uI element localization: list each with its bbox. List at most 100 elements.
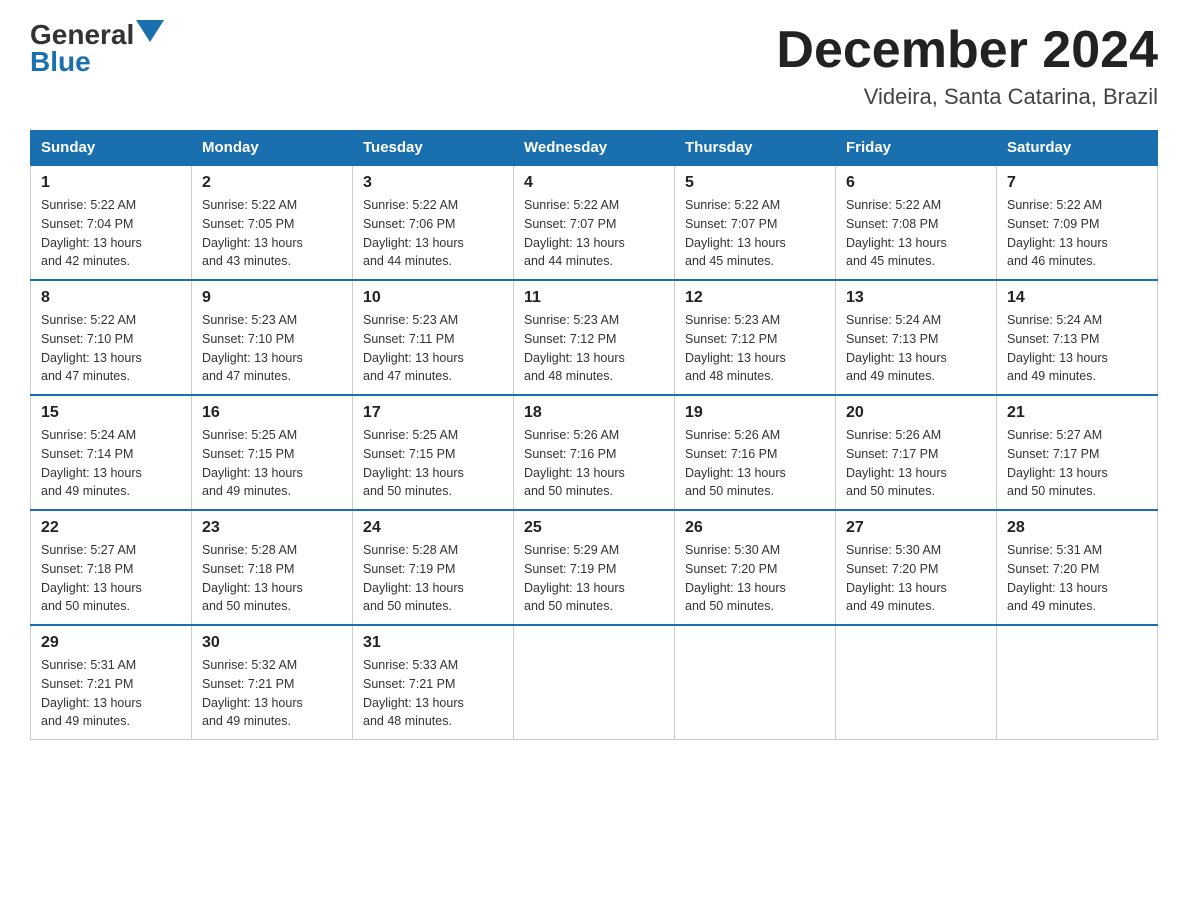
table-row: 28 Sunrise: 5:31 AM Sunset: 7:20 PM Dayl… bbox=[997, 510, 1158, 625]
col-saturday: Saturday bbox=[997, 131, 1158, 166]
logo: General Blue bbox=[30, 20, 164, 78]
day-info: Sunrise: 5:28 AM Sunset: 7:18 PM Dayligh… bbox=[202, 541, 342, 616]
day-number: 17 bbox=[363, 404, 503, 422]
day-number: 7 bbox=[1007, 174, 1147, 192]
day-number: 1 bbox=[41, 174, 181, 192]
table-row: 9 Sunrise: 5:23 AM Sunset: 7:10 PM Dayli… bbox=[192, 280, 353, 395]
table-row: 30 Sunrise: 5:32 AM Sunset: 7:21 PM Dayl… bbox=[192, 625, 353, 740]
day-info: Sunrise: 5:25 AM Sunset: 7:15 PM Dayligh… bbox=[363, 426, 503, 501]
day-info: Sunrise: 5:32 AM Sunset: 7:21 PM Dayligh… bbox=[202, 656, 342, 731]
logo-triangle-icon bbox=[136, 20, 164, 42]
table-row: 4 Sunrise: 5:22 AM Sunset: 7:07 PM Dayli… bbox=[514, 165, 675, 280]
table-row: 23 Sunrise: 5:28 AM Sunset: 7:18 PM Dayl… bbox=[192, 510, 353, 625]
day-info: Sunrise: 5:31 AM Sunset: 7:20 PM Dayligh… bbox=[1007, 541, 1147, 616]
calendar-week-row: 29 Sunrise: 5:31 AM Sunset: 7:21 PM Dayl… bbox=[31, 625, 1158, 740]
table-row: 24 Sunrise: 5:28 AM Sunset: 7:19 PM Dayl… bbox=[353, 510, 514, 625]
day-info: Sunrise: 5:30 AM Sunset: 7:20 PM Dayligh… bbox=[846, 541, 986, 616]
day-info: Sunrise: 5:23 AM Sunset: 7:10 PM Dayligh… bbox=[202, 311, 342, 386]
day-info: Sunrise: 5:24 AM Sunset: 7:13 PM Dayligh… bbox=[1007, 311, 1147, 386]
day-info: Sunrise: 5:29 AM Sunset: 7:19 PM Dayligh… bbox=[524, 541, 664, 616]
col-wednesday: Wednesday bbox=[514, 131, 675, 166]
calendar-table: Sunday Monday Tuesday Wednesday Thursday… bbox=[30, 130, 1158, 740]
calendar-week-row: 15 Sunrise: 5:24 AM Sunset: 7:14 PM Dayl… bbox=[31, 395, 1158, 510]
day-number: 12 bbox=[685, 289, 825, 307]
day-info: Sunrise: 5:22 AM Sunset: 7:07 PM Dayligh… bbox=[685, 196, 825, 271]
day-number: 28 bbox=[1007, 519, 1147, 537]
table-row: 20 Sunrise: 5:26 AM Sunset: 7:17 PM Dayl… bbox=[836, 395, 997, 510]
day-number: 16 bbox=[202, 404, 342, 422]
day-info: Sunrise: 5:23 AM Sunset: 7:12 PM Dayligh… bbox=[524, 311, 664, 386]
month-title: December 2024 bbox=[776, 20, 1158, 80]
day-number: 9 bbox=[202, 289, 342, 307]
table-row: 13 Sunrise: 5:24 AM Sunset: 7:13 PM Dayl… bbox=[836, 280, 997, 395]
day-number: 20 bbox=[846, 404, 986, 422]
day-number: 26 bbox=[685, 519, 825, 537]
day-info: Sunrise: 5:22 AM Sunset: 7:05 PM Dayligh… bbox=[202, 196, 342, 271]
day-info: Sunrise: 5:27 AM Sunset: 7:18 PM Dayligh… bbox=[41, 541, 181, 616]
table-row: 17 Sunrise: 5:25 AM Sunset: 7:15 PM Dayl… bbox=[353, 395, 514, 510]
location-subtitle: Videira, Santa Catarina, Brazil bbox=[776, 84, 1158, 110]
calendar-week-row: 8 Sunrise: 5:22 AM Sunset: 7:10 PM Dayli… bbox=[31, 280, 1158, 395]
day-info: Sunrise: 5:22 AM Sunset: 7:07 PM Dayligh… bbox=[524, 196, 664, 271]
day-info: Sunrise: 5:22 AM Sunset: 7:06 PM Dayligh… bbox=[363, 196, 503, 271]
col-sunday: Sunday bbox=[31, 131, 192, 166]
table-row: 25 Sunrise: 5:29 AM Sunset: 7:19 PM Dayl… bbox=[514, 510, 675, 625]
day-number: 15 bbox=[41, 404, 181, 422]
day-number: 27 bbox=[846, 519, 986, 537]
col-monday: Monday bbox=[192, 131, 353, 166]
day-number: 19 bbox=[685, 404, 825, 422]
table-row: 10 Sunrise: 5:23 AM Sunset: 7:11 PM Dayl… bbox=[353, 280, 514, 395]
title-block: December 2024 Videira, Santa Catarina, B… bbox=[776, 20, 1158, 110]
table-row: 15 Sunrise: 5:24 AM Sunset: 7:14 PM Dayl… bbox=[31, 395, 192, 510]
table-row: 21 Sunrise: 5:27 AM Sunset: 7:17 PM Dayl… bbox=[997, 395, 1158, 510]
day-info: Sunrise: 5:24 AM Sunset: 7:14 PM Dayligh… bbox=[41, 426, 181, 501]
day-info: Sunrise: 5:22 AM Sunset: 7:04 PM Dayligh… bbox=[41, 196, 181, 271]
day-info: Sunrise: 5:23 AM Sunset: 7:12 PM Dayligh… bbox=[685, 311, 825, 386]
calendar-header-row: Sunday Monday Tuesday Wednesday Thursday… bbox=[31, 131, 1158, 166]
table-row: 12 Sunrise: 5:23 AM Sunset: 7:12 PM Dayl… bbox=[675, 280, 836, 395]
table-row bbox=[997, 625, 1158, 740]
day-number: 8 bbox=[41, 289, 181, 307]
day-number: 30 bbox=[202, 634, 342, 652]
day-number: 4 bbox=[524, 174, 664, 192]
col-friday: Friday bbox=[836, 131, 997, 166]
day-info: Sunrise: 5:25 AM Sunset: 7:15 PM Dayligh… bbox=[202, 426, 342, 501]
day-info: Sunrise: 5:27 AM Sunset: 7:17 PM Dayligh… bbox=[1007, 426, 1147, 501]
table-row: 14 Sunrise: 5:24 AM Sunset: 7:13 PM Dayl… bbox=[997, 280, 1158, 395]
table-row bbox=[514, 625, 675, 740]
col-tuesday: Tuesday bbox=[353, 131, 514, 166]
table-row bbox=[675, 625, 836, 740]
table-row: 1 Sunrise: 5:22 AM Sunset: 7:04 PM Dayli… bbox=[31, 165, 192, 280]
calendar-week-row: 22 Sunrise: 5:27 AM Sunset: 7:18 PM Dayl… bbox=[31, 510, 1158, 625]
day-number: 11 bbox=[524, 289, 664, 307]
table-row: 11 Sunrise: 5:23 AM Sunset: 7:12 PM Dayl… bbox=[514, 280, 675, 395]
day-info: Sunrise: 5:22 AM Sunset: 7:08 PM Dayligh… bbox=[846, 196, 986, 271]
table-row: 3 Sunrise: 5:22 AM Sunset: 7:06 PM Dayli… bbox=[353, 165, 514, 280]
day-info: Sunrise: 5:31 AM Sunset: 7:21 PM Dayligh… bbox=[41, 656, 181, 731]
table-row: 6 Sunrise: 5:22 AM Sunset: 7:08 PM Dayli… bbox=[836, 165, 997, 280]
table-row: 7 Sunrise: 5:22 AM Sunset: 7:09 PM Dayli… bbox=[997, 165, 1158, 280]
table-row: 31 Sunrise: 5:33 AM Sunset: 7:21 PM Dayl… bbox=[353, 625, 514, 740]
table-row bbox=[836, 625, 997, 740]
day-info: Sunrise: 5:30 AM Sunset: 7:20 PM Dayligh… bbox=[685, 541, 825, 616]
day-info: Sunrise: 5:28 AM Sunset: 7:19 PM Dayligh… bbox=[363, 541, 503, 616]
day-number: 31 bbox=[363, 634, 503, 652]
table-row: 27 Sunrise: 5:30 AM Sunset: 7:20 PM Dayl… bbox=[836, 510, 997, 625]
table-row: 5 Sunrise: 5:22 AM Sunset: 7:07 PM Dayli… bbox=[675, 165, 836, 280]
table-row: 18 Sunrise: 5:26 AM Sunset: 7:16 PM Dayl… bbox=[514, 395, 675, 510]
logo-text-blue: Blue bbox=[30, 47, 164, 78]
day-number: 10 bbox=[363, 289, 503, 307]
table-row: 16 Sunrise: 5:25 AM Sunset: 7:15 PM Dayl… bbox=[192, 395, 353, 510]
table-row: 26 Sunrise: 5:30 AM Sunset: 7:20 PM Dayl… bbox=[675, 510, 836, 625]
day-number: 25 bbox=[524, 519, 664, 537]
table-row: 8 Sunrise: 5:22 AM Sunset: 7:10 PM Dayli… bbox=[31, 280, 192, 395]
day-info: Sunrise: 5:26 AM Sunset: 7:16 PM Dayligh… bbox=[524, 426, 664, 501]
day-info: Sunrise: 5:26 AM Sunset: 7:16 PM Dayligh… bbox=[685, 426, 825, 501]
day-number: 22 bbox=[41, 519, 181, 537]
day-info: Sunrise: 5:23 AM Sunset: 7:11 PM Dayligh… bbox=[363, 311, 503, 386]
day-info: Sunrise: 5:22 AM Sunset: 7:10 PM Dayligh… bbox=[41, 311, 181, 386]
day-number: 2 bbox=[202, 174, 342, 192]
table-row: 19 Sunrise: 5:26 AM Sunset: 7:16 PM Dayl… bbox=[675, 395, 836, 510]
day-number: 14 bbox=[1007, 289, 1147, 307]
col-thursday: Thursday bbox=[675, 131, 836, 166]
